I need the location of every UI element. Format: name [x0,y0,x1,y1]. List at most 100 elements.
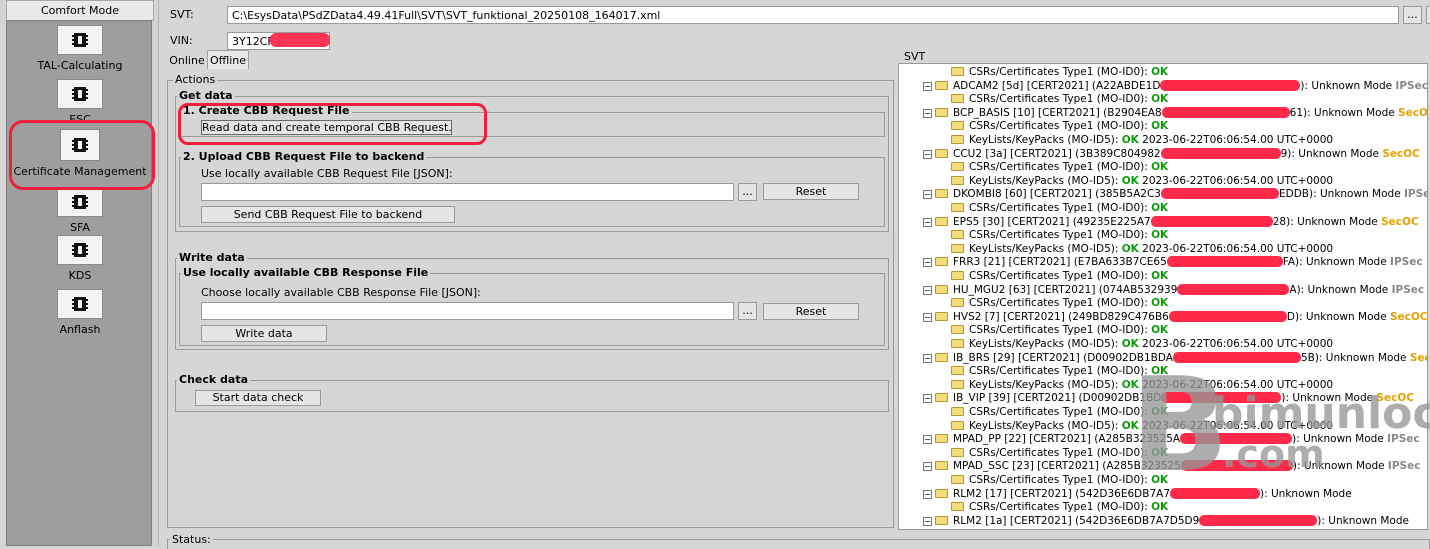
ecu-chip-icon [57,79,103,109]
folder-icon [951,502,964,512]
svt-extra-button[interactable] [1426,6,1430,24]
nav-item-tal-calculating[interactable]: TAL-Calculating [7,25,153,72]
keypack-timestamp: 2023-06-22T06:06:54.00 UTC+0000 [1138,242,1334,255]
tree-leaf-node[interactable]: CSRs/Certificates Type1 (MO-ID0): OK [951,270,1168,283]
redaction-mark [1168,310,1287,322]
redaction-mark [1161,106,1290,118]
expander-icon[interactable]: − [923,489,932,499]
ecu-node-suffix: A): Unknown Mode [1289,283,1392,296]
tree-ecu-node[interactable]: − DKOMBI8 [60] [CERT2021] (385B5A2C3 EDDB)… [923,188,1427,201]
expander-icon[interactable]: − [923,462,932,472]
expander-icon[interactable]: − [923,516,932,526]
tree-leaf-node[interactable]: CSRs/Certificates Type1 (MO-ID0): OK [951,297,1168,310]
tree-ecu-node[interactable]: − CCU2 [3a] [CERT2021] (3B389C804982 9): U… [923,147,1420,161]
leaf-node-text: CSRs/Certificates Type1 (MO-ID0): [969,365,1152,378]
cbb-response-file-field[interactable] [201,302,734,320]
security-mode-badge: IPSec [1404,188,1427,201]
expander-icon[interactable]: − [923,217,932,227]
cbb-request-browse-button[interactable]: ... [738,183,757,201]
write-data-button[interactable]: Write data [201,325,327,342]
tab-offline[interactable]: Offline [207,50,249,69]
cbb-request-reset-button[interactable]: Reset [763,183,859,200]
tree-ecu-node[interactable]: − FRR3 [21] [CERT2021] (E7BA633B7CE65 FA):… [923,256,1423,269]
tree-leaf-node[interactable]: CSRs/Certificates Type1 (MO-ID0): OK [951,324,1168,337]
cbb-request-file-field[interactable] [201,183,734,201]
leaf-node-text: CSRs/Certificates Type1 (MO-ID0): [969,202,1152,214]
ok-status: OK [1151,270,1169,282]
status-label: Status: [170,533,213,546]
ok-status: OK [1151,66,1169,78]
tree-ecu-node[interactable]: − EPS5 [30] [CERT2021] (49235E225A7 28): U… [923,215,1419,229]
step2-title: 2. Upload CBB Request File to backend [181,150,427,163]
ecu-node-suffix: D): Unknown Mode [1286,310,1390,323]
folder-icon [935,216,948,226]
comfort-mode-header[interactable]: Comfort Mode [6,0,154,21]
redaction-mark [1161,188,1279,200]
leaf-node-text: CSRs/Certificates Type1 (MO-ID0): [969,66,1152,78]
expander-icon[interactable]: − [923,81,932,91]
tree-ecu-node[interactable]: − HVS2 [7] [CERT2021] (249BD829C476B6 D): … [923,310,1427,324]
expander-icon[interactable]: − [923,394,932,404]
ecu-node-text: HVS2 [7] [CERT2021] (249BD829C476B6 [953,310,1169,323]
leaf-node-text: KeyLists/KeyPacks (MO-ID5): [969,174,1122,187]
tree-ecu-node[interactable]: − ADCAM2 [5d] [CERT2021] (A22ABDE1D): Unk… [923,79,1427,93]
cbb-response-reset-button[interactable]: Reset [763,303,859,320]
tree-ecu-node[interactable]: − HU_MGU2 [63] [CERT2021] (074AB532939 A):… [923,283,1424,297]
expander-icon[interactable]: − [923,353,932,363]
security-mode-badge: IPSec [1390,256,1423,269]
tree-leaf-node[interactable]: KeyLists/KeyPacks (MO-ID5): OK 2023-06-2… [951,243,1333,256]
ecu-node-text: HU_MGU2 [63] [CERT2021] (074AB532939 [953,283,1178,296]
nav-item-sfa[interactable]: SFA [7,187,153,234]
leaf-node-text: CSRs/Certificates Type1 (MO-ID0): [969,161,1152,174]
tree-leaf-node[interactable]: KeyLists/KeyPacks (MO-ID5): OK 2023-06-2… [951,175,1333,188]
tree-ecu-node[interactable]: − RLM2 [1a] [CERT2021] (542D36E6DB7A7D5D9… [923,514,1409,528]
expander-icon[interactable]: − [923,285,932,295]
nav-item-esc[interactable]: ESC [7,79,153,126]
redaction-mark [1199,514,1318,526]
folder-icon [951,230,964,240]
actions-title: Actions [173,73,218,86]
leaf-node-text: CSRs/Certificates Type1 (MO-ID0): [969,474,1152,486]
write-data-title: Write data [177,251,247,264]
ok-status: OK [1151,229,1169,242]
cbb-response-browse-button[interactable]: ... [738,302,757,320]
expander-icon[interactable]: − [923,108,932,118]
folder-icon [951,447,964,457]
tree-ecu-node[interactable]: − BCP_BASIS [10] [CERT2021] (B2904EA8 61):… [923,106,1427,120]
expander-icon[interactable]: − [923,435,932,445]
nav-item-anflash[interactable]: Anflash [7,289,153,336]
tree-leaf-node[interactable]: CSRs/Certificates Type1 (MO-ID0): OK [951,229,1168,242]
tab-online[interactable]: Online [166,52,208,69]
tree-leaf-node[interactable]: CSRs/Certificates Type1 (MO-ID0): OK [951,120,1168,133]
folder-icon [935,148,948,158]
tree-leaf-node[interactable]: KeyLists/KeyPacks (MO-ID5): OK 2023-06-2… [951,134,1333,147]
tree-leaf-node[interactable]: CSRs/Certificates Type1 (MO-ID0): OK [951,93,1168,106]
ecu-chip-icon [57,25,103,55]
folder-icon [935,107,948,117]
nav-label: TAL-Calculating [37,59,123,72]
folder-icon [951,325,964,335]
tree-leaf-node[interactable]: CSRs/Certificates Type1 (MO-ID0): OK [951,501,1168,514]
ok-status: OK [1151,120,1169,133]
step2-prompt: Use locally available CBB Request File [… [201,167,453,180]
tree-leaf-node[interactable]: CSRs/Certificates Type1 (MO-ID0): OK [951,202,1168,215]
get-data-title: Get data [177,89,235,102]
svt-browse-button[interactable]: ... [1403,6,1422,24]
expander-icon[interactable]: − [923,149,932,159]
nav-item-kds[interactable]: KDS [7,235,153,282]
expander-icon[interactable]: − [923,258,932,268]
leaf-node-text: CSRs/Certificates Type1 (MO-ID0): [969,501,1152,514]
svt-path-field[interactable]: C:\EsysData\PSdZData4.49.41Full\SVT\SVT_… [227,6,1399,24]
ecu-node-text: ADCAM2 [5d] [CERT2021] (A22ABDE1D [953,79,1161,92]
tree-leaf-node[interactable]: CSRs/Certificates Type1 (MO-ID0): OK [951,66,1168,79]
ecu-chip-icon [57,187,103,217]
start-data-check-button[interactable]: Start data check [195,390,321,406]
ecu-node-text: RLM2 [1a] [CERT2021] (542D36E6DB7A7D5D9 [953,514,1200,527]
tree-leaf-node[interactable]: CSRs/Certificates Type1 (MO-ID0): OK [951,161,1168,174]
ok-status: OK [1151,93,1169,106]
folder-icon [935,189,948,199]
ecu-node-text: CCU2 [3a] [CERT2021] (3B389C804982 [953,147,1161,160]
send-cbb-request-button[interactable]: Send CBB Request File to backend [201,206,455,223]
expander-icon[interactable]: − [923,190,932,200]
expander-icon[interactable]: − [923,312,932,322]
